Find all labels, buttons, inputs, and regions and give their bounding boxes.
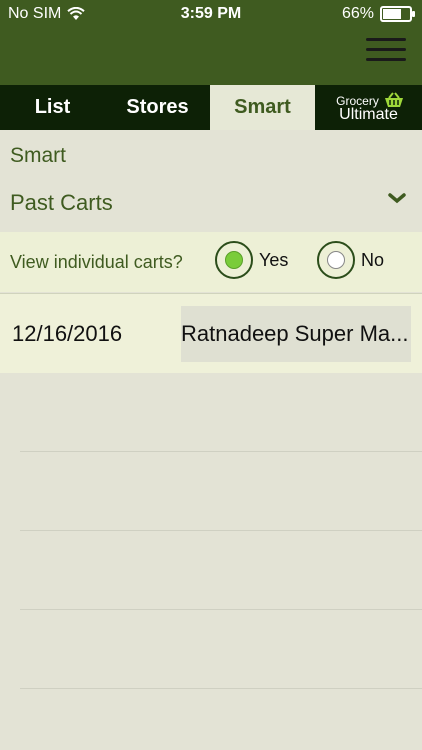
brand-big-text: Ultimate [339, 105, 398, 123]
view-individual-carts-row: View individual carts? Yes No [0, 232, 422, 292]
chevron-down-icon[interactable] [388, 192, 406, 204]
list-divider [20, 609, 422, 610]
tab-grocery-ultimate[interactable]: Grocery Ultimate [315, 85, 422, 130]
list-divider [20, 688, 422, 689]
battery-icon [380, 6, 415, 22]
cart-store-name: Ratnadeep Super Ma... [181, 321, 409, 346]
radio-yes-circle[interactable] [215, 241, 253, 279]
basket-icon [385, 92, 403, 107]
tab-list[interactable]: List [0, 85, 105, 130]
cart-store[interactable]: Ratnadeep Super Ma... [181, 306, 411, 362]
past-carts-dropdown[interactable]: Past Carts [10, 190, 113, 216]
radio-no-dot [327, 251, 345, 269]
list-divider [20, 530, 422, 531]
tab-bar: List Stores Smart Grocery Ultimate [0, 85, 422, 130]
cart-date: 12/16/2016 [12, 321, 123, 346]
radio-yes-label: Yes [259, 249, 289, 270]
battery-percent: 66% [341, 5, 374, 22]
tab-smart[interactable]: Smart [210, 85, 315, 130]
empty-list-area [0, 372, 422, 750]
battery-group: 66% [341, 5, 415, 23]
list-divider [20, 451, 422, 452]
section-title: Smart [10, 144, 67, 167]
app-header: No SIM 3:59 PM 66% [0, 0, 422, 85]
radio-no[interactable]: No [317, 241, 384, 279]
radio-yes-dot [225, 251, 243, 269]
status-bar: No SIM 3:59 PM 66% [0, 0, 422, 28]
radio-no-circle[interactable] [317, 241, 355, 279]
hamburger-menu-icon[interactable] [366, 38, 406, 64]
view-individual-carts-label: View individual carts? [10, 252, 183, 272]
radio-yes[interactable]: Yes [215, 241, 288, 279]
radio-no-label: No [361, 249, 385, 270]
smart-section: Smart Past Carts [0, 130, 422, 232]
cart-list-item[interactable]: 12/16/2016 Ratnadeep Super Ma... [0, 293, 422, 373]
tab-stores[interactable]: Stores [105, 85, 210, 130]
